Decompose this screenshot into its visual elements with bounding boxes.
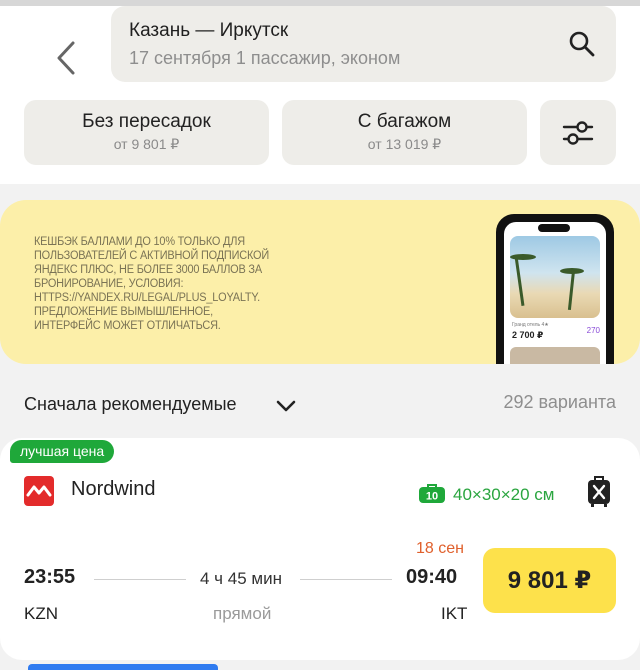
phone-second-image	[510, 347, 600, 364]
search-summary[interactable]: Казань — Иркутск 17 сентября 1 пассажир,…	[111, 6, 616, 82]
search-icon[interactable]	[568, 30, 596, 58]
beach-image	[510, 236, 600, 318]
stops-label: прямой	[213, 604, 272, 623]
arrival-airport-code: IKT	[441, 604, 468, 623]
back-button[interactable]	[44, 36, 88, 80]
filter-nonstop-price: от 9 801 ₽	[113, 136, 180, 152]
flight-result-card[interactable]: лучшая цена Nordwind 10 40×30×20 см 18 с…	[0, 438, 640, 660]
chevron-left-icon	[57, 41, 75, 75]
search-header: Казань — Иркутск 17 сентября 1 пассажир,…	[0, 6, 640, 184]
price-button[interactable]: 9 801 ₽	[483, 548, 616, 613]
route-line-right	[300, 579, 392, 580]
route-line-left	[94, 579, 186, 580]
results-count: 292 варианта	[503, 392, 616, 412]
search-details: 17 сентября 1 пассажир, эконом	[129, 48, 401, 68]
hand-luggage-icon: 10	[419, 484, 445, 503]
filter-nonstop[interactable]: Без пересадок от 9 801 ₽	[24, 100, 269, 165]
filter-baggage-title: С багажом	[357, 111, 452, 132]
chevron-down-icon[interactable]	[274, 394, 298, 418]
no-baggage-icon	[588, 476, 610, 507]
promo-text: Кешбэк баллами до 10% только для пользов…	[34, 236, 269, 332]
cashback-promo-banner[interactable]: Кешбэк баллами до 10% только для пользов…	[0, 200, 640, 364]
phone-caption: Гранд отель 4★	[512, 322, 549, 328]
filter-settings-button[interactable]	[540, 100, 616, 165]
departure-airport-code: KZN	[24, 604, 58, 623]
filter-baggage-price: от 13 019 ₽	[367, 136, 442, 152]
phone-price: 2 700 ₽	[512, 330, 544, 340]
arrival-date: 18 сен	[416, 540, 464, 557]
flight-duration: 4 ч 45 мин	[200, 569, 282, 588]
nordwind-logo-icon	[24, 476, 54, 506]
arrival-time: 09:40	[406, 566, 458, 588]
filter-baggage[interactable]: С багажом от 13 019 ₽	[282, 100, 527, 165]
sort-row: Сначала рекомендуемые 292 варианта	[0, 376, 640, 430]
hand-luggage-dimensions: 40×30×20 см	[453, 485, 555, 504]
next-card-edge	[28, 664, 218, 670]
departure-time: 23:55	[24, 566, 76, 588]
promo-phone-image: Гранд отель 4★ 2 700 ₽ 270	[496, 214, 614, 364]
best-price-badge: лучшая цена	[10, 440, 115, 463]
phone-cashback-badge: 270	[586, 326, 600, 335]
filter-nonstop-title: Без пересадок	[82, 111, 211, 132]
sort-dropdown[interactable]: Сначала рекомендуемые	[24, 394, 237, 415]
route-title: Казань — Иркутск	[129, 20, 289, 41]
sliders-icon	[562, 120, 594, 145]
airline-name: Nordwind	[71, 478, 156, 500]
bag-count: 10	[426, 491, 438, 503]
